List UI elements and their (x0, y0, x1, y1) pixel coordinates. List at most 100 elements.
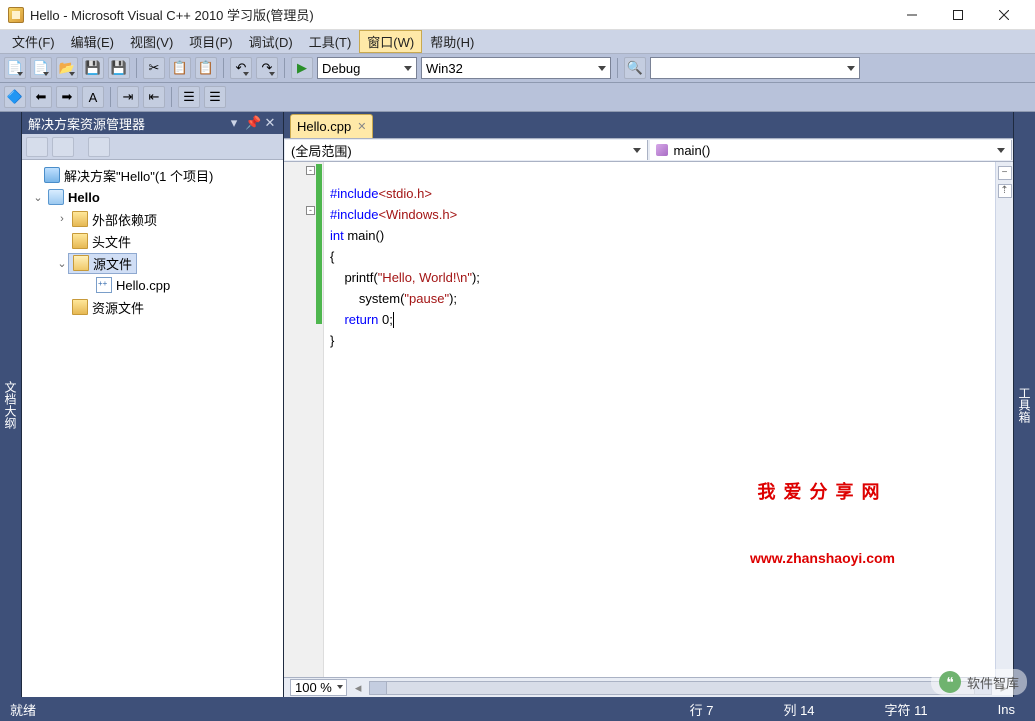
folder-label: 资源文件 (92, 298, 144, 317)
minimize-button[interactable] (889, 0, 935, 30)
copy-button[interactable]: 📋 (169, 57, 191, 79)
config-combo[interactable]: Debug (317, 57, 417, 79)
watermark-line2: www.zhanshaoyi.com (750, 548, 895, 568)
paste-button[interactable]: 📋 (195, 57, 217, 79)
outline-toggle[interactable]: - (306, 206, 315, 215)
redo-button[interactable]: ↷ (256, 57, 278, 79)
collapse-icon[interactable]: ⌄ (56, 257, 68, 270)
dropdown-icon[interactable]: ▾ (227, 115, 241, 131)
solution-tree[interactable]: 解决方案"Hello"(1 个项目) ⌄ Hello › 外部依赖项 头文件 ⌄… (22, 160, 283, 697)
solution-explorer-panel: 解决方案资源管理器 ▾ 📌 ✕ 解决方案"Hello"(1 个项目) ⌄ Hel… (22, 112, 284, 697)
add-item-button[interactable]: 📄 (30, 57, 52, 79)
watermark-badge: ❝ 软件智库 (931, 669, 1027, 695)
indent-button[interactable]: ⇥ (117, 86, 139, 108)
toolbox-tab[interactable]: 工具箱 (1013, 112, 1035, 697)
uncomment-button[interactable]: ☰ (204, 86, 226, 108)
view-code-button[interactable] (88, 137, 110, 157)
pin-icon[interactable]: 📌 (245, 115, 259, 131)
status-line: 行 7 (690, 700, 714, 719)
save-all-button[interactable]: 💾 (108, 57, 130, 79)
project-icon (48, 189, 64, 205)
outdent-button[interactable]: ⇤ (143, 86, 165, 108)
find-button[interactable]: 🔍 (624, 57, 646, 79)
collapse-icon[interactable]: ⌄ (32, 191, 44, 204)
status-ins: Ins (998, 702, 1015, 717)
change-marker (316, 164, 322, 324)
menu-help[interactable]: 帮助(H) (422, 30, 482, 53)
horizontal-scrollbar[interactable] (369, 681, 992, 695)
separator (110, 87, 111, 107)
text-cursor (393, 312, 394, 328)
platform-label: Win32 (426, 61, 463, 76)
editor-nav-column: − ⇡ (995, 162, 1013, 677)
open-button[interactable]: 📂 (56, 57, 78, 79)
editor-area: Hello.cpp ✕ (全局范围) main() - - #include<s… (284, 112, 1013, 697)
new-project-button[interactable]: 📄 (4, 57, 26, 79)
zoom-combo[interactable]: 100 % (290, 679, 347, 696)
expand-icon[interactable]: › (56, 213, 68, 225)
menu-file[interactable]: 文件(F) (4, 30, 63, 53)
separator (223, 58, 224, 78)
split-button[interactable]: − (998, 166, 1012, 180)
editor-bottom-bar: 100 % ◂ ▸ (284, 677, 1013, 697)
watermark: 我爱分享网 www.zhanshaoyi.com (750, 442, 895, 608)
title-bar: Hello - Microsoft Visual C++ 2010 学习版(管理… (0, 0, 1035, 30)
menu-bar: 文件(F) 编辑(E) 视图(V) 项目(P) 调试(D) 工具(T) 窗口(W… (0, 30, 1035, 54)
standard-toolbar: 📄 📄 📂 💾 💾 ✂ 📋 📋 ↶ ↷ ▶ Debug Win32 🔍 (0, 54, 1035, 83)
scope-bar: (全局范围) main() (284, 138, 1013, 162)
separator (284, 58, 285, 78)
scope-left-label: (全局范围) (291, 141, 352, 160)
close-panel-icon[interactable]: ✕ (263, 115, 277, 131)
doc-outline-tab[interactable]: 文档大纲 (0, 112, 22, 697)
scope-combo-right[interactable]: main() (650, 140, 1013, 160)
platform-combo[interactable]: Win32 (421, 57, 611, 79)
code-editor[interactable]: #include<stdio.h> #include<Windows.h> in… (324, 162, 995, 677)
properties-button[interactable] (26, 137, 48, 157)
file-tab-active[interactable]: Hello.cpp ✕ (290, 114, 373, 138)
menu-edit[interactable]: 编辑(E) (63, 30, 122, 53)
find-combo[interactable] (650, 57, 860, 79)
folder-open-icon (73, 255, 89, 271)
external-deps-node[interactable]: › 外部依赖项 (24, 208, 281, 230)
show-all-button[interactable] (52, 137, 74, 157)
status-col: 列 14 (783, 700, 814, 719)
save-button[interactable]: 💾 (82, 57, 104, 79)
zoom-label: 100 % (295, 680, 332, 695)
scope-right-label: main() (674, 143, 711, 158)
sources-node[interactable]: ⌄ 源文件 (24, 252, 281, 274)
separator (171, 87, 172, 107)
close-button[interactable] (981, 0, 1027, 30)
nav-back-button[interactable]: ⬅ (30, 86, 52, 108)
start-debug-button[interactable]: ▶ (291, 57, 313, 79)
editor-margin[interactable]: - - (284, 162, 324, 677)
menu-view[interactable]: 视图(V) (122, 30, 181, 53)
cut-button[interactable]: ✂ (143, 57, 165, 79)
outline-toggle[interactable]: - (306, 166, 315, 175)
menu-project[interactable]: 项目(P) (181, 30, 240, 53)
nav-up-button[interactable]: ⇡ (998, 184, 1012, 198)
source-file-node[interactable]: Hello.cpp (24, 274, 281, 296)
tab-close-icon[interactable]: ✕ (357, 120, 366, 133)
scroll-left-icon[interactable]: ◂ (355, 680, 362, 696)
main-area: 文档大纲 解决方案资源管理器 ▾ 📌 ✕ 解决方案"Hello"(1 个项目) … (0, 112, 1035, 697)
object-browser-button[interactable]: 🔷 (4, 86, 26, 108)
scope-combo-left[interactable]: (全局范围) (285, 140, 648, 160)
solution-node[interactable]: 解决方案"Hello"(1 个项目) (24, 164, 281, 186)
maximize-button[interactable] (935, 0, 981, 30)
project-label: Hello (68, 190, 100, 205)
status-bar: 就绪 行 7 列 14 字符 11 Ins (0, 697, 1035, 721)
undo-button[interactable]: ↶ (230, 57, 252, 79)
watermark-line1: 我爱分享网 (750, 482, 895, 502)
text-editor-toolbar: 🔷 ⬅ ➡ A ⇥ ⇤ ☰ ☰ (0, 83, 1035, 112)
badge-icon: ❝ (939, 671, 961, 693)
nav-fwd-button[interactable]: ➡ (56, 86, 78, 108)
menu-debug[interactable]: 调试(D) (241, 30, 301, 53)
toggle-button-1[interactable]: A (82, 86, 104, 108)
comment-button[interactable]: ☰ (178, 86, 200, 108)
menu-window[interactable]: 窗口(W) (359, 30, 422, 53)
resources-node[interactable]: 资源文件 (24, 296, 281, 318)
project-node[interactable]: ⌄ Hello (24, 186, 281, 208)
headers-node[interactable]: 头文件 (24, 230, 281, 252)
menu-tools[interactable]: 工具(T) (301, 30, 360, 53)
cpp-file-icon (96, 277, 112, 293)
